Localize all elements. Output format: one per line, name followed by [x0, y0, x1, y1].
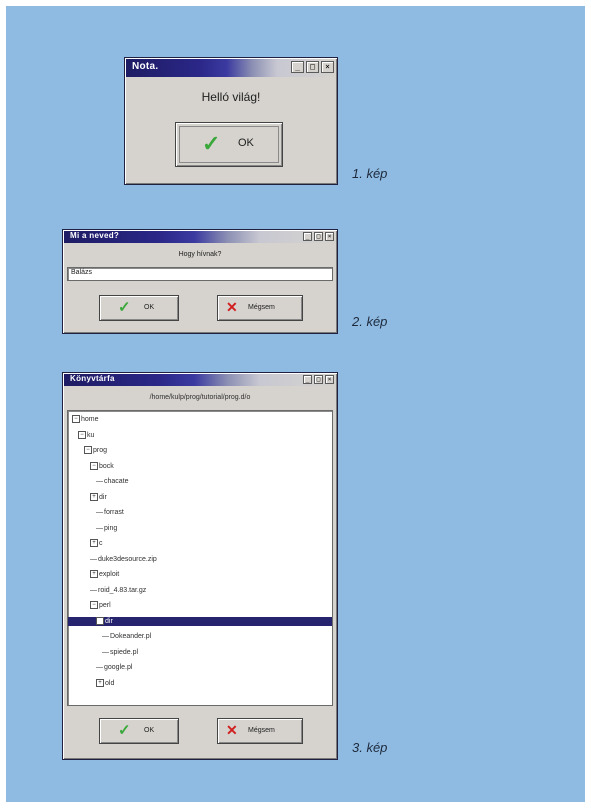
caption-2: 2. kép [352, 314, 388, 329]
cross-icon: ✕ [226, 299, 238, 315]
tree-node[interactable]: − bock [90, 461, 114, 471]
caption-1: 1. kép [352, 166, 388, 181]
cancel-button[interactable]: ✕ Mégsem [217, 295, 303, 321]
name-dialog-title: Mi a neved? [70, 231, 120, 240]
collapse-icon[interactable]: − [90, 461, 98, 470]
directory-dialog-title: Könyvtárfa [70, 374, 115, 383]
tree-node-label: dir [105, 617, 113, 625]
tree-node-label: spiede.pl [110, 648, 139, 656]
tree-node-label: old [105, 679, 115, 687]
collapse-icon[interactable]: − [84, 446, 92, 455]
expand-icon[interactable]: + [90, 570, 98, 579]
tree-node-label: duke3desource.zip [98, 555, 157, 563]
tree-branch-icon: — [96, 524, 103, 532]
tree-branch-icon: — [102, 648, 109, 656]
tree-node[interactable]: + dir [90, 492, 107, 502]
caption-3: 3. kép [352, 740, 388, 755]
maximize-icon[interactable]: □ [306, 61, 319, 73]
checkmark-icon: ✓ [118, 299, 131, 316]
hello-dialog-title: Nota. [132, 61, 159, 72]
ok-button-label: OK [144, 727, 155, 734]
close-icon[interactable]: × [325, 232, 334, 241]
close-icon[interactable]: × [321, 61, 334, 73]
tree-node-label: chacate [104, 478, 129, 485]
tree-branch-icon: — [96, 509, 103, 516]
hello-dialog: Nota. _ □ × Helló világ! ✓ OK [124, 57, 338, 185]
page-background: Nota. _ □ × Helló világ! ✓ OK 1. kép Mi … [6, 6, 585, 802]
ok-button-focus-frame [179, 126, 279, 163]
tree-node[interactable]: —ping [96, 524, 117, 533]
cancel-button[interactable]: ✕ Mégsem [217, 718, 303, 744]
expand-icon[interactable]: + [90, 539, 98, 548]
tree-node[interactable]: − prog [84, 446, 107, 455]
tree-node[interactable]: —duke3desource.zip [90, 555, 157, 564]
tree-branch-icon: — [102, 633, 109, 640]
tree-node-label: perl [99, 602, 111, 609]
cancel-button-label: Mégsem [248, 727, 275, 734]
tree-node-label: c [99, 540, 103, 547]
cancel-button-label: Mégsem [248, 304, 275, 311]
ok-button[interactable]: ✓ OK [99, 718, 179, 744]
tree-node[interactable]: —chacate [96, 477, 129, 486]
name-prompt: Hogy hívnak? [178, 251, 222, 258]
minimize-icon[interactable]: _ [303, 232, 312, 241]
ok-button[interactable]: ✓ OK [175, 122, 283, 167]
tree-node[interactable]: —roid_4.83.tar.gz [90, 586, 146, 595]
hello-dialog-titlebar[interactable]: Nota. _ □ × [126, 59, 336, 77]
ok-button-label: OK [144, 304, 155, 311]
cross-icon: ✕ [226, 722, 238, 738]
maximize-icon[interactable]: □ [314, 232, 323, 241]
tree-node[interactable]: —spiede.pl [102, 648, 138, 657]
tree-node[interactable]: − home [72, 415, 99, 424]
tree-node-label: roid_4.83.tar.gz [98, 586, 147, 594]
expand-icon[interactable]: + [90, 492, 98, 501]
tree-node[interactable]: + old [96, 678, 115, 688]
tree-node[interactable]: + exploit [90, 570, 119, 579]
tree-node[interactable]: —Dokeander.pl [102, 632, 151, 641]
tree-node-label: dir [99, 493, 107, 501]
collapse-icon[interactable]: − [90, 601, 98, 610]
expand-icon[interactable]: + [96, 678, 104, 687]
current-path: /home/kulp/prog/tutorial/prog.d/o [149, 394, 251, 401]
tree-node[interactable]: − perl [90, 601, 111, 610]
minimize-icon[interactable]: _ [303, 375, 312, 384]
ok-button[interactable]: ✓ OK [99, 295, 179, 321]
tree-node-label: google.pl [104, 664, 133, 671]
hello-message: Helló világ! [201, 90, 261, 104]
tree-node-label: home [81, 416, 99, 423]
tree-node-label: Dokeander.pl [110, 633, 152, 640]
tree-node-label: forrast [104, 509, 124, 516]
checkmark-icon: ✓ [118, 722, 131, 739]
tree-branch-icon: — [96, 664, 103, 671]
name-dialog-titlebar[interactable]: Mi a neved? _ □ × [64, 231, 336, 243]
name-input[interactable]: Balázs [67, 267, 333, 281]
minimize-icon[interactable]: _ [291, 61, 304, 73]
tree-branch-icon: — [90, 555, 97, 563]
tree-node[interactable]: —forrast [96, 508, 124, 517]
collapse-icon[interactable]: − [96, 616, 104, 625]
tree-node-label: bock [99, 462, 114, 470]
maximize-icon[interactable]: □ [314, 375, 323, 384]
tree-node-label: prog [93, 447, 108, 454]
tree-node[interactable]: + c [90, 539, 103, 548]
tree-node[interactable]: —google.pl [96, 663, 132, 672]
close-icon[interactable]: × [325, 375, 334, 384]
tree-branch-icon: — [96, 478, 103, 485]
directory-dialog-titlebar[interactable]: Könyvtárfa _ □ × [64, 374, 336, 386]
ok-button-label: OK [238, 137, 254, 149]
checkmark-icon: ✓ [202, 131, 221, 156]
tree-node-label: ping [104, 524, 118, 532]
collapse-icon[interactable]: − [78, 430, 86, 439]
tree-branch-icon: — [90, 586, 97, 594]
directory-tree[interactable]: − home − ku − prog − bock —chacate + dir —forrast —p… [67, 410, 333, 706]
tree-node[interactable]: − ku [78, 430, 95, 440]
name-dialog: Mi a neved? _ □ × Hogy hívnak? Balázs ✓ … [62, 229, 338, 334]
tree-node-label: ku [87, 431, 95, 439]
directory-tree-dialog: Könyvtárfa _ □ × /home/kulp/prog/tutoria… [62, 372, 338, 760]
tree-node-label: exploit [99, 571, 120, 578]
tree-node[interactable]: − dir [68, 616, 332, 626]
collapse-icon[interactable]: − [72, 415, 80, 424]
